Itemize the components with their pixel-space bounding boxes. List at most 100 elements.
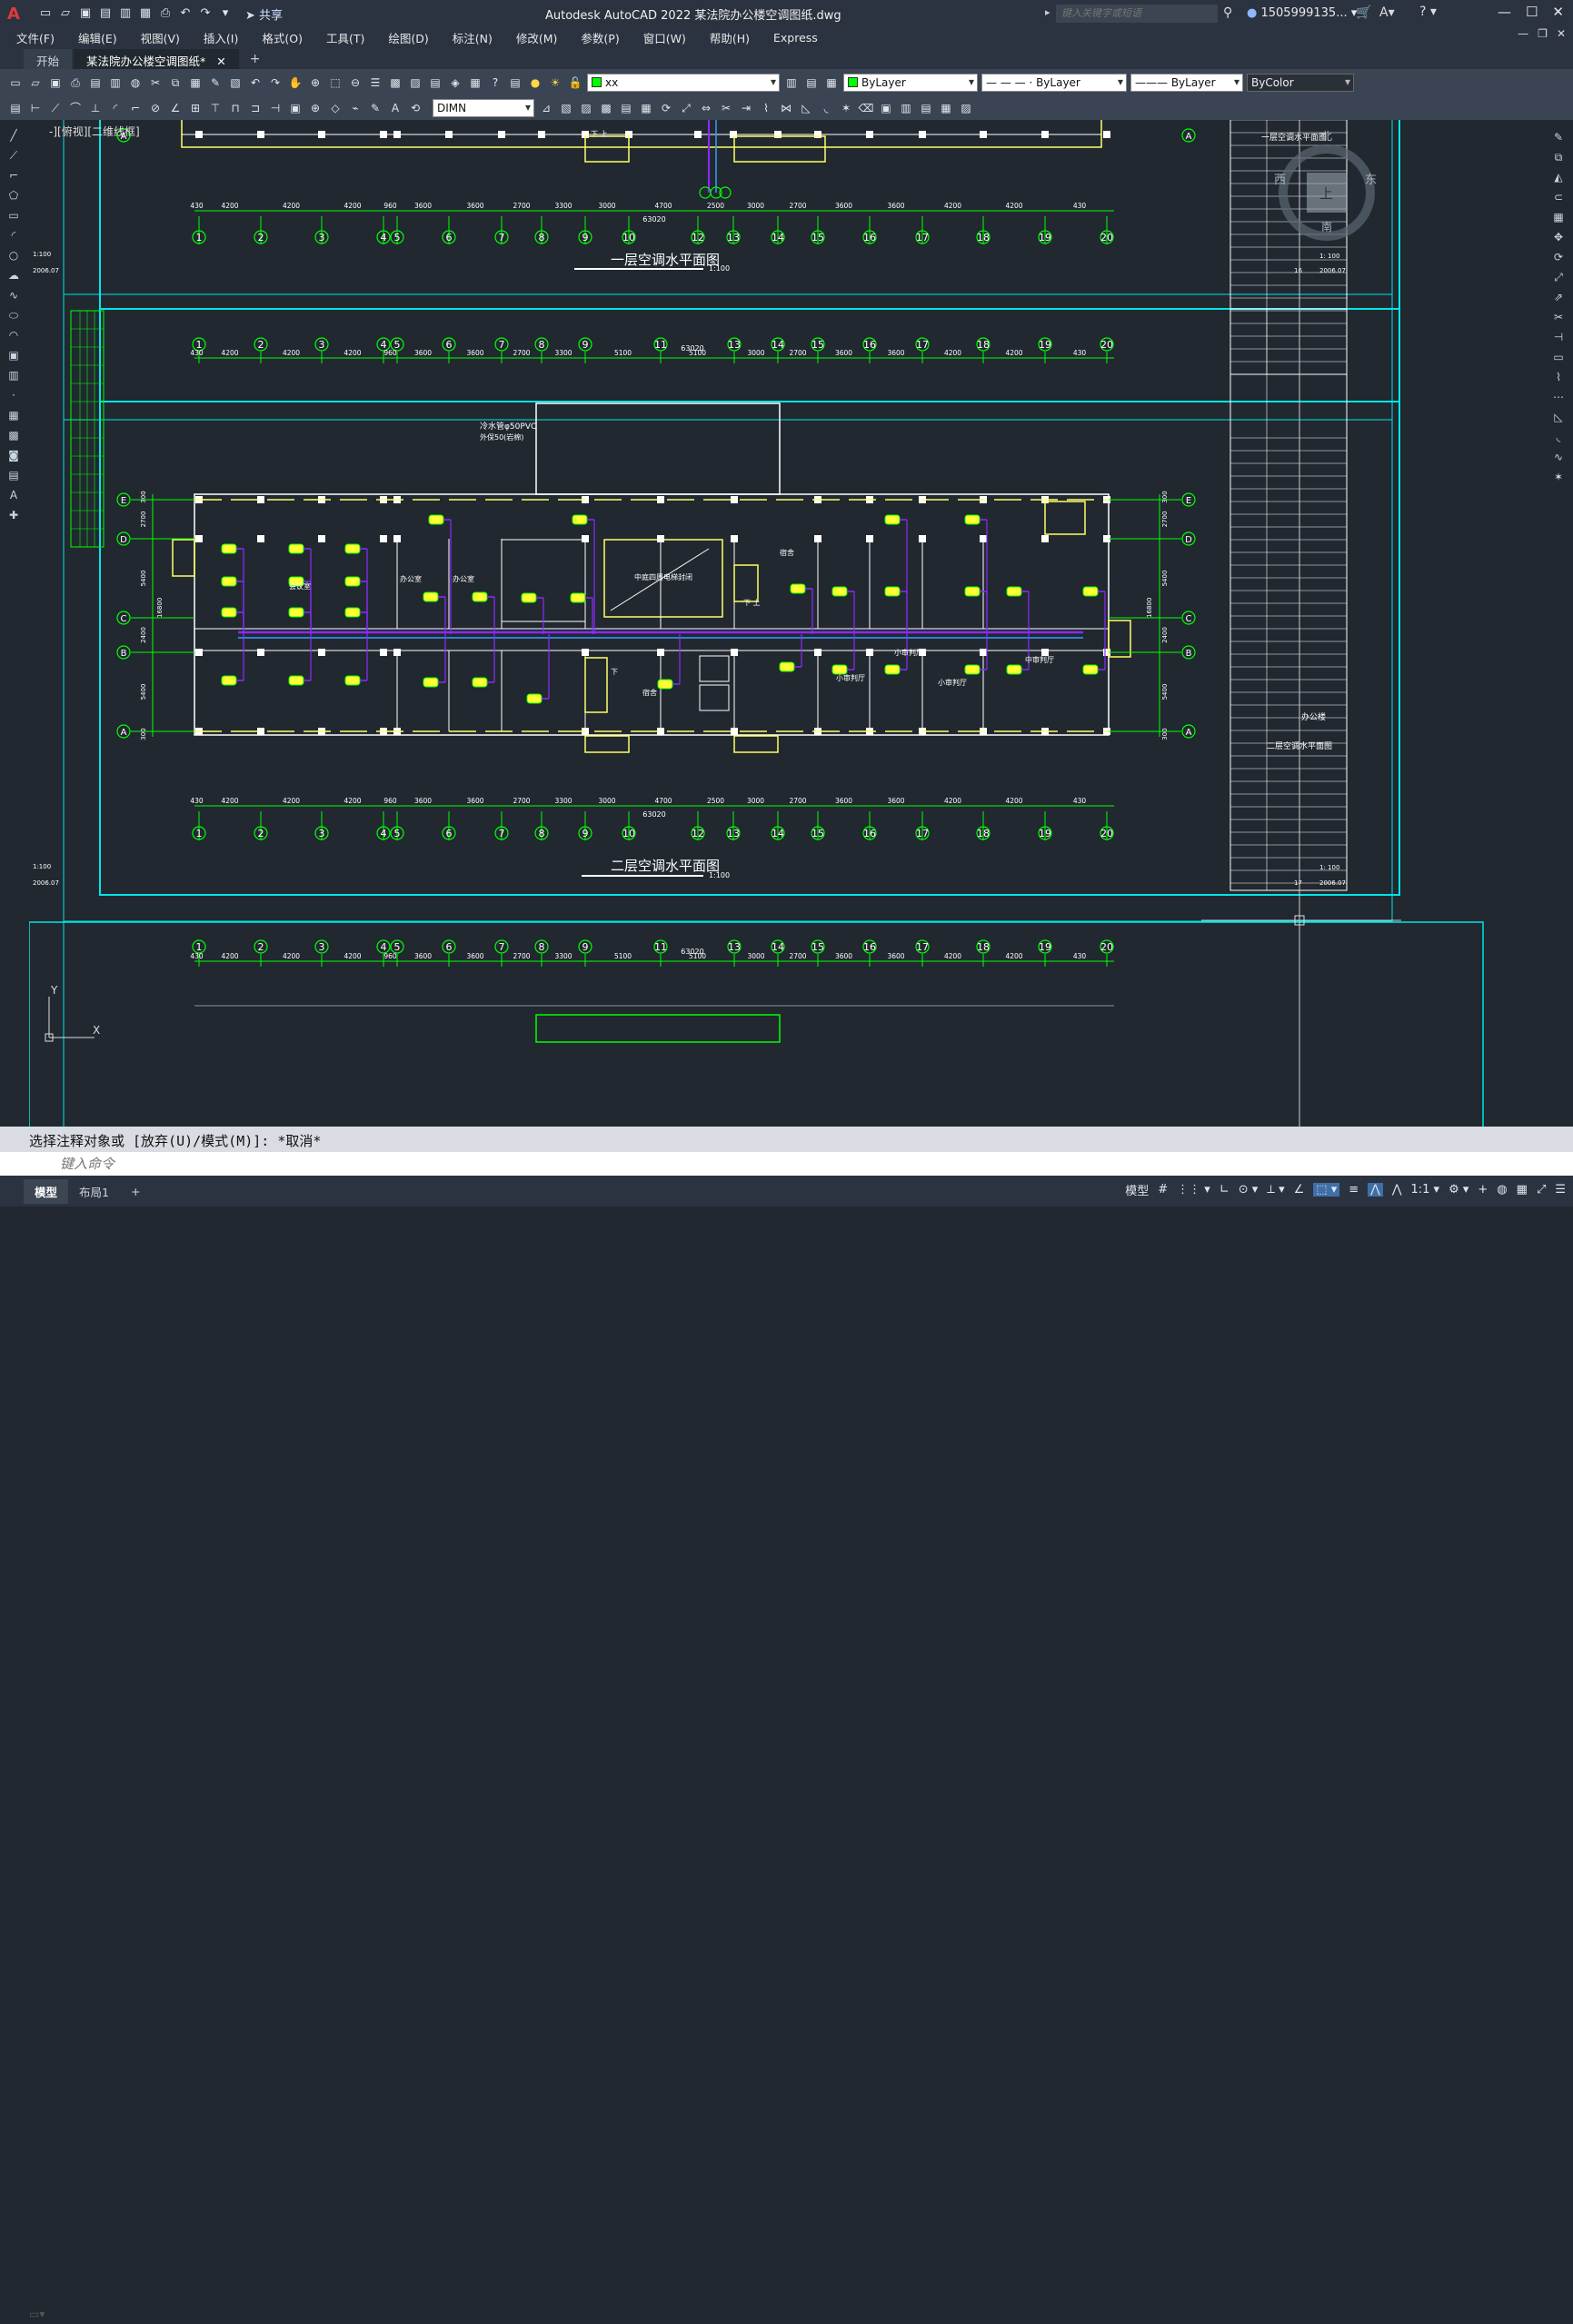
annotation-scale[interactable]: 1:1 ▾: [1410, 1183, 1439, 1197]
gradient-icon[interactable]: ▩: [5, 427, 22, 443]
erase-icon[interactable]: ⌫: [858, 100, 874, 116]
linetype-dropdown[interactable]: — — — · ByLayer: [981, 74, 1127, 92]
menu-file[interactable]: 文件(F): [16, 29, 55, 46]
layer-match-icon[interactable]: ▦: [823, 74, 840, 91]
menu-draw[interactable]: 绘图(D): [388, 29, 428, 46]
redo-tb-icon[interactable]: ↷: [267, 74, 284, 91]
arc-length-icon[interactable]: ⌒: [67, 100, 84, 116]
circle-icon[interactable]: ○: [5, 247, 22, 263]
trim-tool-icon[interactable]: ✂: [1550, 309, 1567, 325]
save-file-icon[interactable]: ▣: [47, 74, 64, 91]
ordinate-icon[interactable]: ⊥: [87, 100, 104, 116]
rectangle-icon[interactable]: ▭: [5, 207, 22, 223]
xref-icon[interactable]: ▦: [938, 100, 954, 116]
isolate-objects-icon[interactable]: ◍: [1497, 1183, 1507, 1197]
offset-icon[interactable]: ▤: [618, 100, 634, 116]
menu-dimension[interactable]: 标注(N): [453, 29, 493, 46]
fillet-icon[interactable]: ◟: [818, 100, 834, 116]
spline-icon[interactable]: ∿: [5, 287, 22, 303]
qnew-icon[interactable]: ▭: [7, 74, 24, 91]
mirror-icon[interactable]: ▩: [598, 100, 614, 116]
sheet-set-icon[interactable]: ▤: [427, 74, 443, 91]
dim-break-icon[interactable]: ⊣: [267, 100, 284, 116]
menu-help[interactable]: 帮助(H): [710, 29, 750, 46]
publish-icon[interactable]: ▥: [107, 74, 124, 91]
radius-icon[interactable]: ◜: [107, 100, 124, 116]
model-space-toggle[interactable]: 模型: [1125, 1181, 1149, 1198]
insert-block-icon[interactable]: ▣: [878, 100, 894, 116]
snap-icon[interactable]: ⋮⋮ ▾: [1177, 1183, 1210, 1197]
3d-dwf-icon[interactable]: ◍: [127, 74, 144, 91]
qat-dropdown-icon[interactable]: ▾: [218, 6, 233, 21]
minimize-icon[interactable]: —: [1498, 4, 1511, 20]
copy-icon[interactable]: ⧉: [167, 74, 184, 91]
plotstyle-dropdown[interactable]: ByColor: [1247, 74, 1354, 92]
jogged-linear-icon[interactable]: ⌁: [347, 100, 363, 116]
zoom-previous-icon[interactable]: ⊖: [347, 74, 363, 91]
menu-edit[interactable]: 编辑(E): [78, 29, 117, 46]
app-logo[interactable]: A: [7, 5, 25, 24]
ellipse-arc-icon[interactable]: ◠: [5, 327, 22, 343]
polyline-icon[interactable]: ⌐: [5, 167, 22, 184]
center-mark-icon[interactable]: ⊕: [307, 100, 324, 116]
tab-layout1[interactable]: 布局1: [68, 1179, 120, 1204]
paste-icon[interactable]: ▦: [187, 74, 204, 91]
help-tb-icon[interactable]: ?: [487, 74, 503, 91]
blend-icon[interactable]: ∿: [1550, 449, 1567, 465]
inspection-icon[interactable]: ◇: [327, 100, 343, 116]
aligned-dim-icon[interactable]: ⟋: [47, 100, 64, 116]
move-icon[interactable]: ▧: [558, 100, 574, 116]
plot-icon[interactable]: ⎙: [158, 6, 173, 21]
search-input[interactable]: [1056, 5, 1218, 23]
zoom-window-icon[interactable]: ⬚: [327, 74, 343, 91]
jogged-icon[interactable]: ⌐: [127, 100, 144, 116]
search-icon[interactable]: ⚲: [1223, 5, 1232, 20]
layer-previous-icon[interactable]: ▤: [803, 74, 820, 91]
doc-restore-icon[interactable]: ❐: [1538, 27, 1548, 40]
menu-express[interactable]: Express: [773, 31, 818, 45]
auto-scale-icon[interactable]: ⋀: [1392, 1183, 1402, 1197]
hatch-icon[interactable]: ▦: [5, 407, 22, 423]
object-snap-icon[interactable]: ⬚ ▾: [1313, 1183, 1340, 1197]
view-cube[interactable]: 上 北 南 东 西: [1274, 130, 1377, 241]
copy-obj-icon[interactable]: ▨: [578, 100, 594, 116]
layer-properties-icon[interactable]: ▤: [507, 74, 523, 91]
drawing-canvas[interactable]: 1 2 3 4 5 6 7 8 9 10 12 13 14 15 16 17 18 19 20 1 2 3 4 5 6 7 8 9 11…: [29, 120, 1542, 1127]
doc-close-icon[interactable]: ✕: [1557, 27, 1566, 40]
line-icon[interactable]: ╱: [5, 127, 22, 144]
object-snap-tracking-icon[interactable]: ∠: [1294, 1183, 1305, 1197]
chamfer-tool-icon[interactable]: ◺: [1550, 409, 1567, 425]
table-icon[interactable]: ▤: [5, 467, 22, 483]
mtext-icon[interactable]: A: [5, 487, 22, 503]
dim-text-edit-icon[interactable]: A: [387, 100, 403, 116]
clean-screen-icon[interactable]: ⤢: [1537, 1183, 1546, 1197]
fillet-tool-icon[interactable]: ◟: [1550, 429, 1567, 445]
copy-tool-icon[interactable]: ⧉: [1550, 149, 1567, 165]
dimstyle-dropdown[interactable]: DIMN: [433, 99, 534, 117]
save-icon[interactable]: ▣: [78, 6, 93, 21]
workspace-gear-icon[interactable]: ⚙ ▾: [1449, 1183, 1468, 1197]
diameter-icon[interactable]: ⊘: [147, 100, 164, 116]
open-file-icon[interactable]: ▱: [27, 74, 44, 91]
hardware-accel-icon[interactable]: ▦: [1517, 1183, 1528, 1197]
arc-icon[interactable]: ◜: [5, 227, 22, 243]
calculator-icon[interactable]: ▦: [467, 74, 483, 91]
menu-window[interactable]: 窗口(W): [643, 29, 686, 46]
command-prompt-icon[interactable]: ▭▾: [29, 2308, 53, 2324]
ortho-icon[interactable]: ∟: [1220, 1183, 1230, 1197]
trim-icon[interactable]: ✂: [718, 100, 734, 116]
layer-dropdown[interactable]: xx: [587, 74, 780, 92]
region-icon[interactable]: ◙: [5, 447, 22, 463]
dim-edit-icon[interactable]: ✎: [367, 100, 383, 116]
block-editor-icon[interactable]: ▧: [227, 74, 244, 91]
menu-modify[interactable]: 修改(M): [516, 29, 558, 46]
make-block-icon[interactable]: ▥: [898, 100, 914, 116]
zoom-realtime-icon[interactable]: ⊕: [307, 74, 324, 91]
print-icon[interactable]: ⎙: [67, 74, 84, 91]
explode-tool-icon[interactable]: ✶: [1550, 469, 1567, 485]
array-icon[interactable]: ▦: [638, 100, 654, 116]
angular-icon[interactable]: ∠: [167, 100, 184, 116]
block-icon[interactable]: ▥: [5, 367, 22, 383]
break-icon[interactable]: ⌇: [758, 100, 774, 116]
image-icon[interactable]: ▨: [958, 100, 974, 116]
